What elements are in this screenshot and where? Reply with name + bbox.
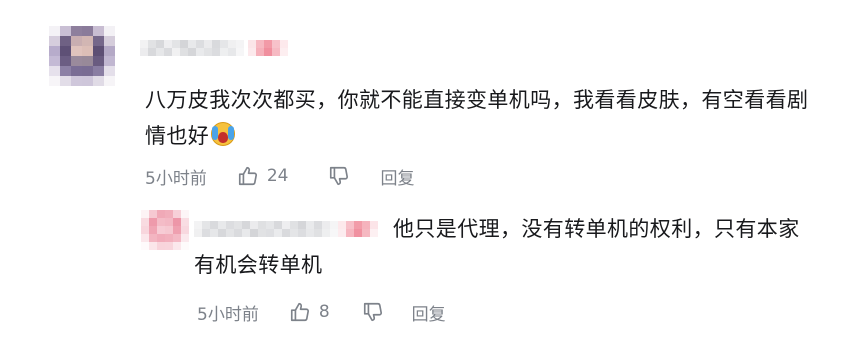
thumbs-down-icon — [363, 302, 382, 322]
reply-content: 他只是代理，没有转单机的权利，只有本家有机会转单机 — [194, 211, 819, 283]
comment-thread: 八万皮我次次都买，你就不能直接变单机吗，我看看皮肤，有空看看剧情也好 5小时前 … — [0, 0, 853, 358]
thumbs-up-icon — [238, 166, 257, 186]
like-count: 24 — [266, 166, 289, 186]
dislike-button[interactable] — [328, 165, 350, 187]
reply-dislike-button[interactable] — [362, 301, 384, 323]
user-level-badge — [248, 40, 288, 56]
loudly-crying-face-icon — [209, 121, 237, 147]
reply-avatar[interactable] — [141, 210, 189, 250]
reply-like-count: 8 — [318, 302, 330, 322]
reply-like-button[interactable]: 8 — [289, 301, 330, 323]
username[interactable] — [140, 40, 244, 56]
thumbs-down-icon — [330, 166, 349, 186]
comment-actions: 5小时前 24 回复 — [145, 164, 414, 189]
thumbs-up-icon — [290, 302, 309, 322]
reply-reply-button[interactable]: 回复 — [412, 300, 446, 325]
like-button[interactable]: 24 — [237, 165, 289, 187]
reply-text: 他只是代理，没有转单机的权利，只有本家有机会转单机 — [194, 217, 800, 277]
avatar[interactable] — [49, 26, 115, 86]
reply-button[interactable]: 回复 — [380, 164, 414, 189]
comment-content: 八万皮我次次都买，你就不能直接变单机吗，我看看皮肤，有空看看剧情也好 — [145, 82, 825, 154]
comment-time: 5小时前 — [145, 168, 207, 189]
reply-time: 5小时前 — [197, 304, 259, 325]
reply-actions: 5小时前 8 回复 — [197, 300, 446, 325]
comment-text: 八万皮我次次都买，你就不能直接变单机吗，我看看皮肤，有空看看剧情也好 — [145, 88, 809, 148]
